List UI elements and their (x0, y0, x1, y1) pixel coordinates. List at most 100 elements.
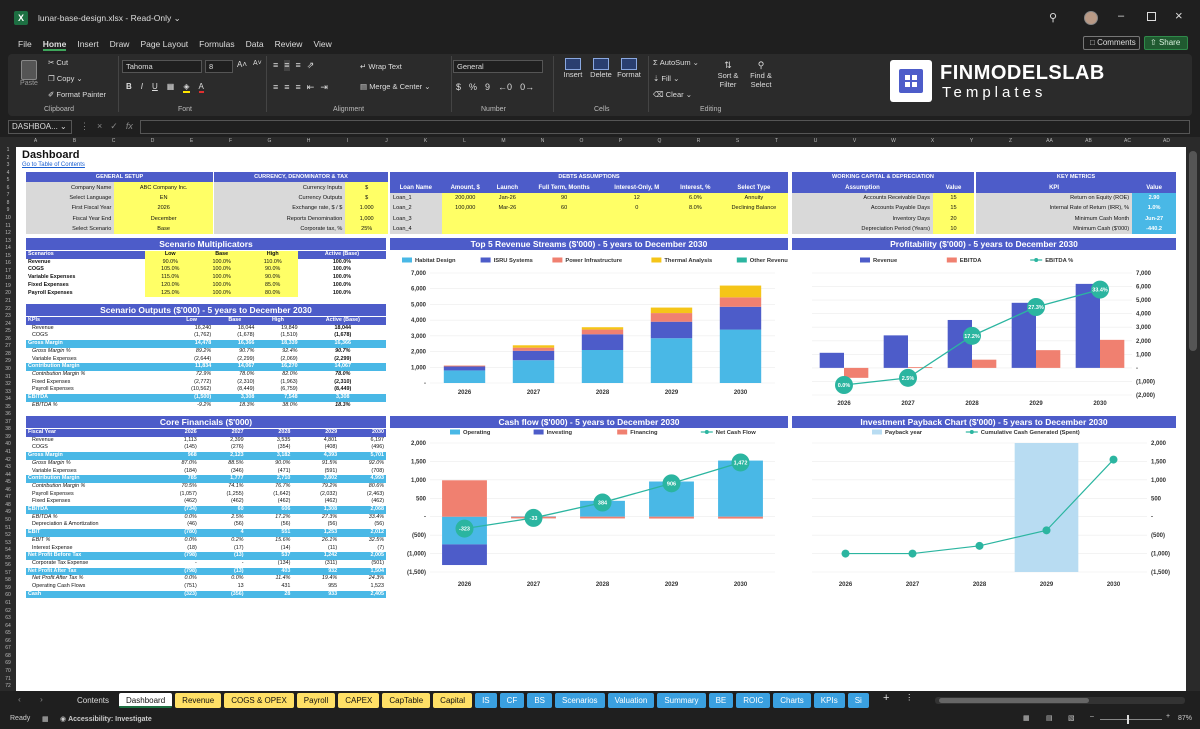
menu-home[interactable]: Home (42, 39, 67, 51)
value-cell[interactable]: 18.3% (300, 402, 386, 410)
value-cell[interactable]: 100.0% (195, 258, 248, 267)
input-cell[interactable]: $ (345, 192, 388, 204)
row-header[interactable]: 1 (0, 147, 16, 155)
input-cell[interactable] (488, 223, 526, 235)
input-cell[interactable]: Annuity (719, 192, 788, 204)
value-cell[interactable]: (6,759) (256, 386, 299, 394)
comments-button[interactable]: □ Comments (1083, 36, 1140, 50)
value-cell[interactable]: 932 (292, 567, 340, 576)
value-cell[interactable]: (462) (246, 498, 293, 506)
input-cell[interactable]: 25% (345, 223, 388, 235)
value-cell[interactable]: 1,253 (292, 529, 340, 537)
horizontal-scrollbar[interactable] (935, 697, 1185, 704)
value-cell[interactable]: 90.0% (247, 266, 298, 275)
row-header[interactable]: 35 (0, 404, 16, 412)
minimize-button[interactable]: – (1118, 10, 1124, 22)
scroll-thumb[interactable] (1189, 151, 1197, 351)
value-cell[interactable]: 1,777 (198, 475, 246, 483)
value-cell[interactable]: 14,067 (213, 363, 257, 371)
row-header[interactable]: 71 (0, 676, 16, 684)
value-cell[interactable]: (18) (152, 545, 199, 553)
column-header[interactable]: AB (1069, 138, 1108, 144)
row-header[interactable]: 69 (0, 660, 16, 668)
value-cell[interactable]: (1,678) (300, 332, 386, 340)
input-cell[interactable]: 60 (525, 203, 603, 214)
row-header[interactable]: 10 (0, 215, 16, 223)
row-header[interactable]: 17 (0, 268, 16, 276)
value-cell[interactable]: (8,449) (300, 386, 386, 394)
value-cell[interactable]: 13 (199, 583, 246, 591)
value-cell[interactable]: 92.0% (339, 460, 386, 468)
value-cell[interactable]: (11) (292, 545, 339, 553)
format-painter-button[interactable]: ✐ Format Painter (48, 90, 106, 99)
input-cell[interactable]: Declining Balance (719, 203, 788, 214)
menu-insert[interactable]: Insert (77, 39, 98, 51)
row-header[interactable]: 37 (0, 419, 16, 427)
input-cell[interactable]: 6.0% (670, 192, 720, 204)
value-cell[interactable]: 78.0% (300, 371, 386, 379)
input-cell[interactable]: $ (345, 182, 388, 193)
next-sheet-icon[interactable]: › (40, 694, 43, 704)
value-cell[interactable]: 27.3% (292, 514, 339, 522)
row-header[interactable]: 6 (0, 185, 16, 193)
decrease-decimal-icon[interactable]: 0→ (520, 82, 534, 92)
value-cell[interactable]: (1,678) (213, 332, 256, 340)
value-cell[interactable]: (1,500) (170, 394, 214, 402)
row-header[interactable]: 67 (0, 645, 16, 653)
tab-dashboard[interactable]: Dashboard (119, 693, 173, 708)
value-cell[interactable]: 0.0% (152, 514, 199, 522)
value-cell[interactable]: 19,849 (256, 325, 299, 333)
value-cell[interactable]: 100.0% (195, 274, 248, 282)
value-cell[interactable]: 24.3% (339, 575, 386, 583)
value-cell[interactable]: -9.2% (170, 402, 213, 410)
value-cell[interactable]: (2,310) (300, 379, 386, 387)
row-header[interactable]: 60 (0, 592, 16, 600)
value-cell[interactable]: 3,802 (292, 475, 340, 483)
value-cell[interactable]: 90.7% (213, 348, 256, 356)
value-cell[interactable]: 3,308 (299, 394, 386, 402)
value-cell[interactable]: (13) (198, 552, 246, 560)
value-cell[interactable]: 100.0% (298, 259, 386, 267)
value-cell[interactable]: (2,644) (170, 356, 213, 364)
value-cell[interactable]: (2,032) (292, 491, 339, 499)
row-header[interactable]: 72 (0, 683, 16, 691)
value-cell[interactable]: 100.0% (298, 290, 386, 298)
cancel-icon[interactable]: × (97, 121, 102, 132)
input-cell[interactable]: 15 (932, 203, 974, 214)
column-header[interactable]: T (757, 138, 796, 144)
font-name-select[interactable]: Tahoma (122, 60, 202, 73)
value-cell[interactable]: (462) (199, 498, 246, 506)
share-button[interactable]: ⇧ Share (1144, 36, 1188, 50)
value-cell[interactable]: (462) (339, 498, 386, 506)
value-cell[interactable]: (2,463) (339, 491, 386, 499)
row-header[interactable]: 56 (0, 562, 16, 570)
value-cell[interactable]: (1,762) (170, 332, 213, 340)
value-cell[interactable]: 1,308 (292, 506, 340, 514)
bold-icon[interactable]: B (126, 82, 132, 93)
value-cell[interactable]: (145) (152, 444, 199, 452)
value-cell[interactable]: 5,701 (339, 452, 386, 460)
column-header[interactable]: AC (1108, 138, 1147, 144)
value-cell[interactable]: (591) (292, 468, 339, 476)
input-cell[interactable]: 90 (525, 192, 603, 204)
formula-input[interactable] (140, 120, 1190, 134)
zoom-thumb[interactable] (1127, 715, 1129, 724)
add-sheet-button[interactable]: + (883, 692, 889, 704)
value-cell[interactable]: (1,963) (256, 379, 299, 387)
row-header[interactable]: 8 (0, 200, 16, 208)
value-cell[interactable]: (10,562) (170, 386, 213, 394)
comma-icon[interactable]: 9 (485, 82, 490, 92)
value-cell[interactable]: (56) (292, 521, 339, 529)
value-cell[interactable]: 80.0% (247, 289, 298, 298)
column-header[interactable]: S (718, 138, 757, 144)
border-icon[interactable]: ▦ (167, 82, 175, 93)
tab-capex[interactable]: CAPEX (338, 693, 380, 708)
currency-icon[interactable]: $ (456, 82, 461, 92)
row-header[interactable]: 24 (0, 321, 16, 329)
value-cell[interactable]: (2,772) (170, 379, 213, 387)
vertical-scrollbar[interactable] (1186, 147, 1200, 691)
value-cell[interactable]: 11,834 (170, 363, 214, 371)
input-cell[interactable]: 100,000 (441, 203, 489, 214)
menu-draw[interactable]: Draw (110, 39, 130, 51)
zoom-out-icon[interactable]: – (1090, 713, 1094, 720)
